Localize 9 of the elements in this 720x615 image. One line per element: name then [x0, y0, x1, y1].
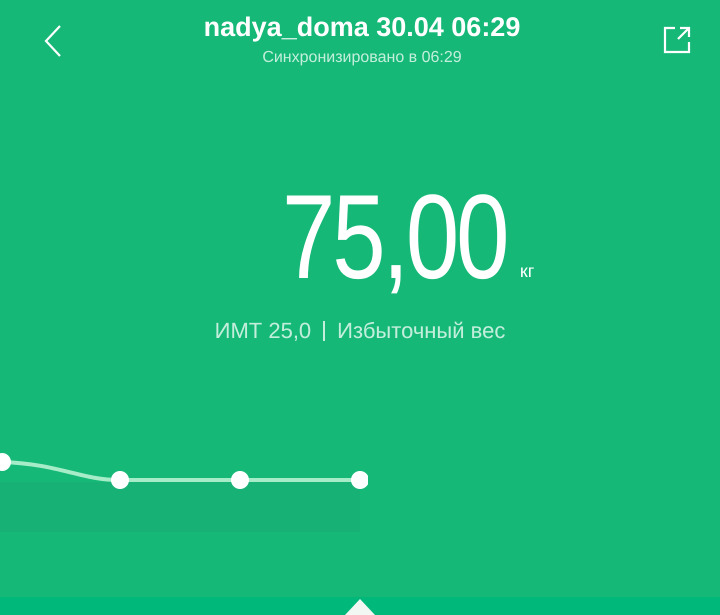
back-icon[interactable]: [44, 24, 62, 58]
page-title: nadya_doma 30.04 06:29: [204, 12, 520, 43]
pointer-icon: [345, 599, 375, 615]
sync-status: Синхронизировано в 06:29: [262, 49, 462, 67]
share-icon[interactable]: [662, 25, 692, 55]
weight-unit: кг: [520, 261, 534, 282]
bmi-value: ИМТ 25,0: [214, 318, 312, 344]
weight-value: 75,00: [282, 182, 506, 292]
bmi-status: Избыточный вес: [337, 318, 506, 344]
